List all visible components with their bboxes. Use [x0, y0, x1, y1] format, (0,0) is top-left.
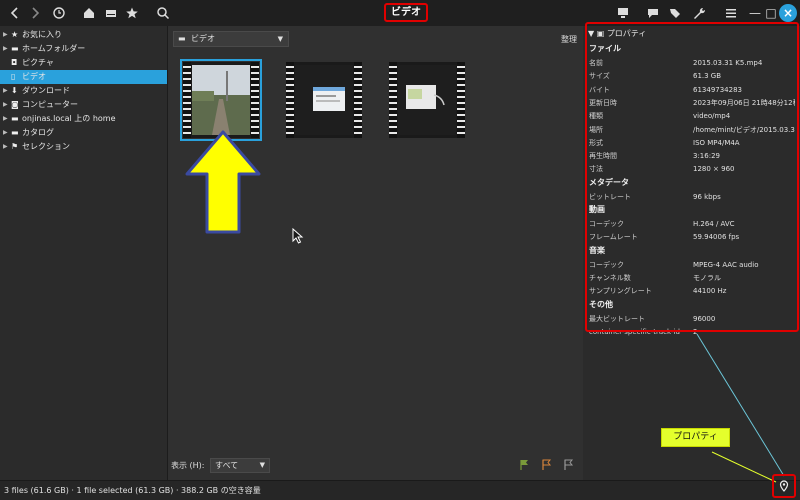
properties-callout: プロパティ	[661, 428, 730, 447]
mouse-cursor	[292, 228, 304, 244]
file-manager-window: ビデオ — □ × ▶ ★ お気に入り ▶ ▬ ホームフォルダー ◘ ピクチャ ▯ ビデオ ▶ ⬇ ダウ…	[0, 0, 800, 500]
annotation-lines	[696, 333, 785, 483]
location-pin-icon	[779, 480, 789, 492]
properties-toggle-button[interactable]	[772, 474, 796, 498]
